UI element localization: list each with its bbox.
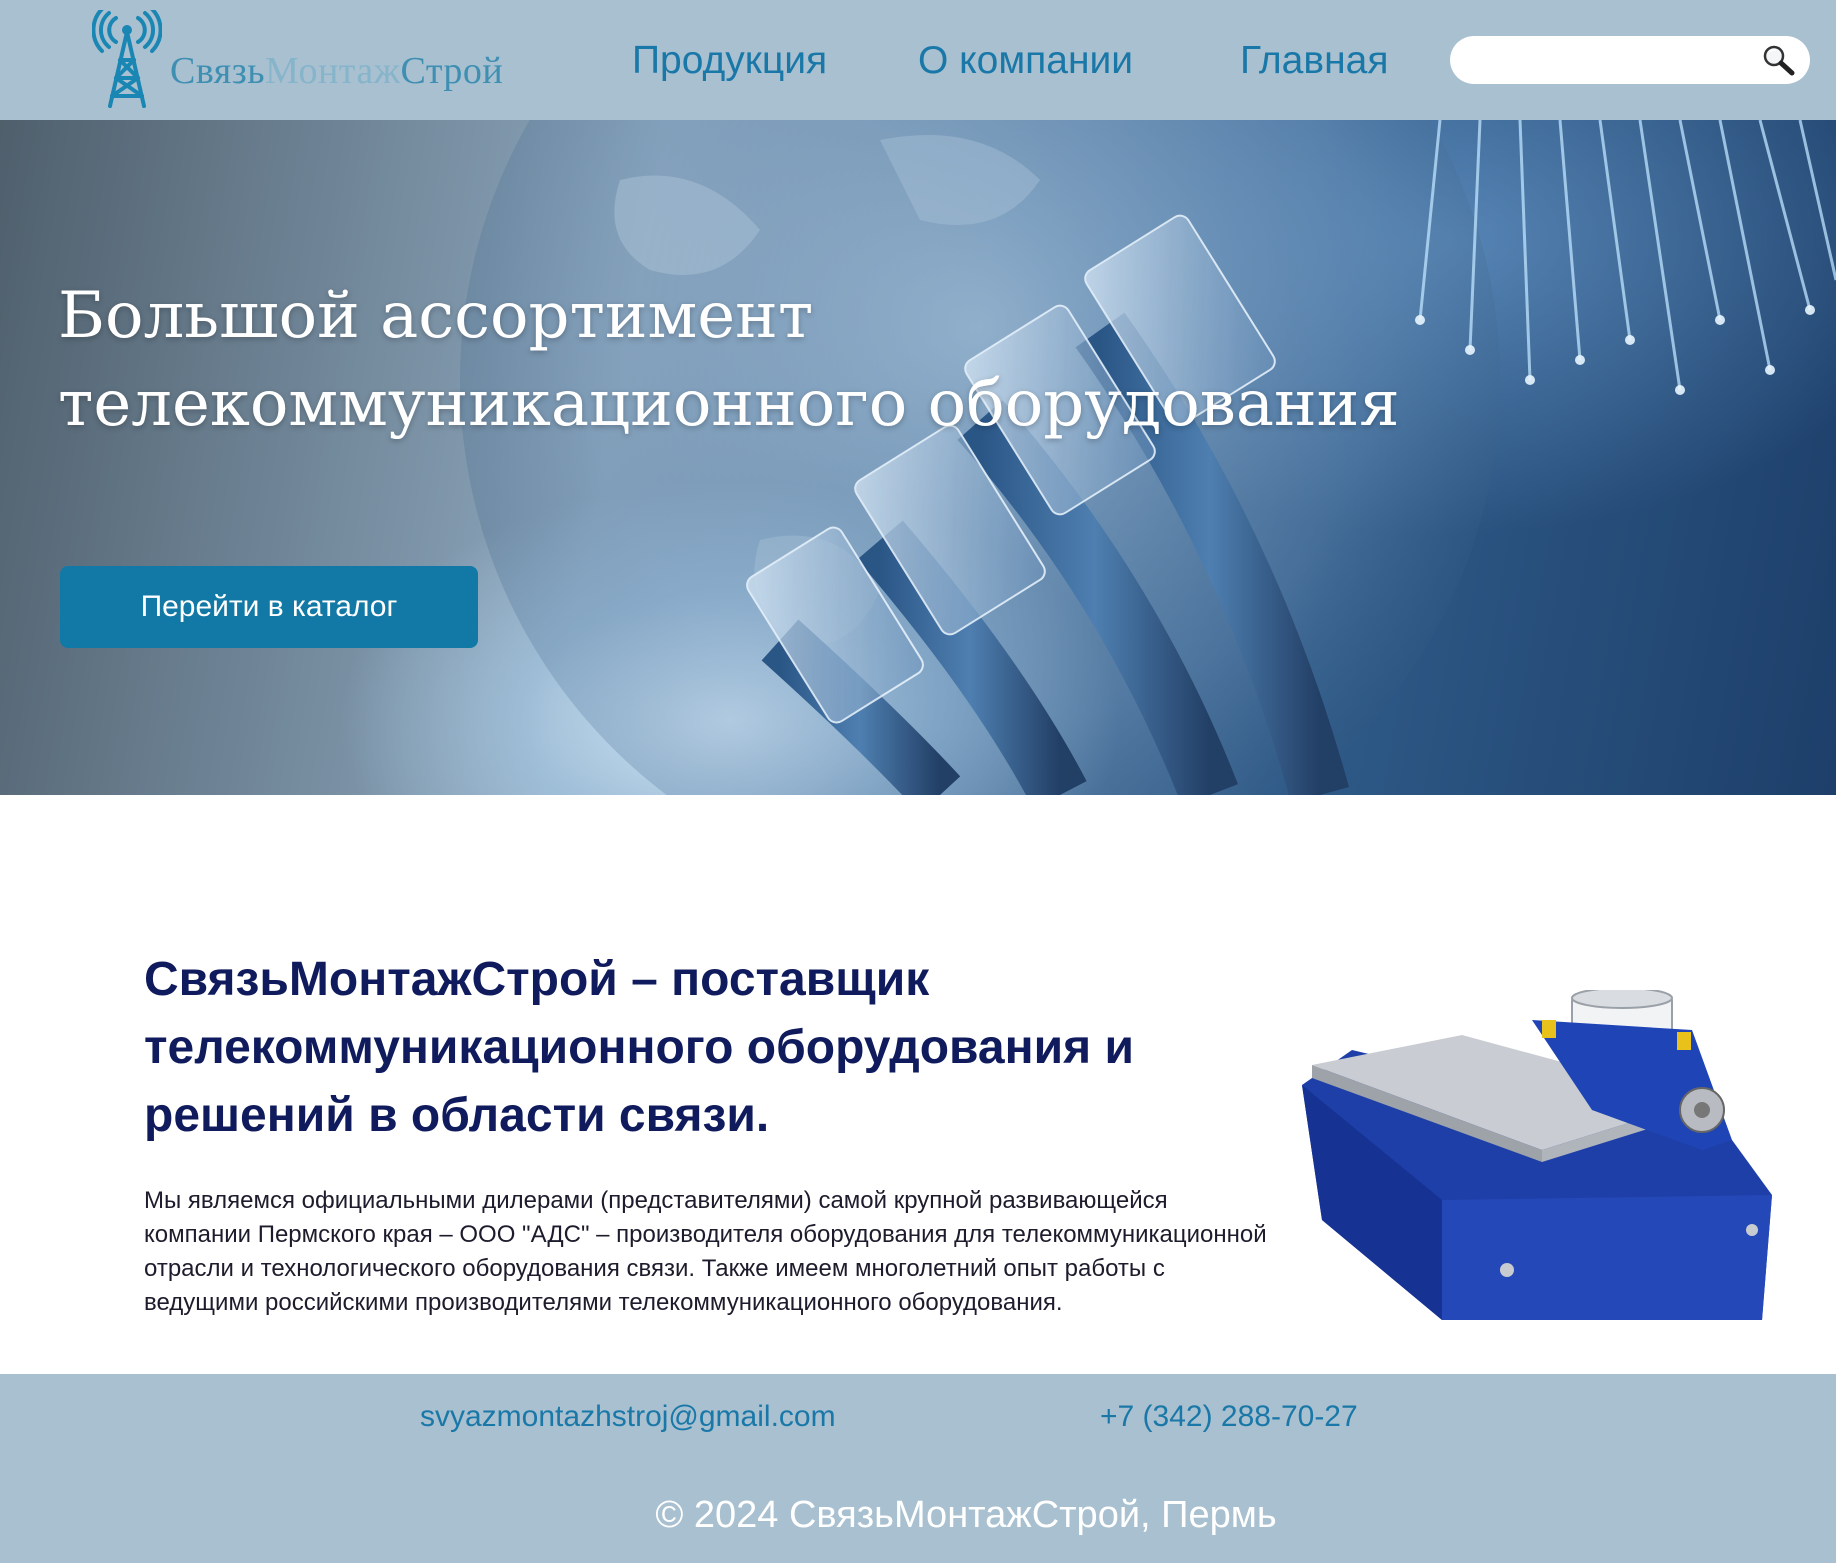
hero-title-line1: Большой ассортимент — [58, 279, 814, 353]
about-title: СвязьМонтажСтрой – поставщик телекоммуни… — [144, 953, 1134, 1142]
site-header: СвязьМонтажСтрой Продукция О компании Гл… — [0, 0, 1836, 120]
hero-banner: Большой ассортимент телекоммуникационног… — [0, 120, 1836, 795]
footer-phone-link[interactable]: +7 (342) 288-70-27 — [1100, 1400, 1358, 1434]
site-footer: svyazmontazhstroj@gmail.com +7 (342) 288… — [0, 1374, 1836, 1563]
search-input[interactable] — [1468, 42, 1752, 80]
hero-title-line2: телекоммуникационного оборудования — [58, 367, 1400, 441]
hero-background-image — [460, 120, 1836, 795]
about-text: Мы являемся официальными дилерами (предс… — [144, 1187, 1267, 1316]
footer-email-link[interactable]: svyazmontazhstroj@gmail.com — [420, 1400, 836, 1434]
nav-link-about[interactable]: О компании — [918, 36, 1133, 86]
search-icon[interactable] — [1760, 42, 1796, 78]
product-image — [1302, 990, 1772, 1320]
nav-link-home[interactable]: Главная — [1240, 36, 1388, 86]
footer-copyright: © 2024 СвязьМонтажСтрой, Пермь — [655, 1494, 1277, 1536]
catalog-button[interactable]: Перейти в каталог — [60, 566, 478, 648]
hero-title: Большой ассортимент телекоммуникационног… — [58, 272, 1400, 448]
nav-link-products[interactable]: Продукция — [632, 36, 827, 86]
search-box — [1450, 36, 1810, 84]
